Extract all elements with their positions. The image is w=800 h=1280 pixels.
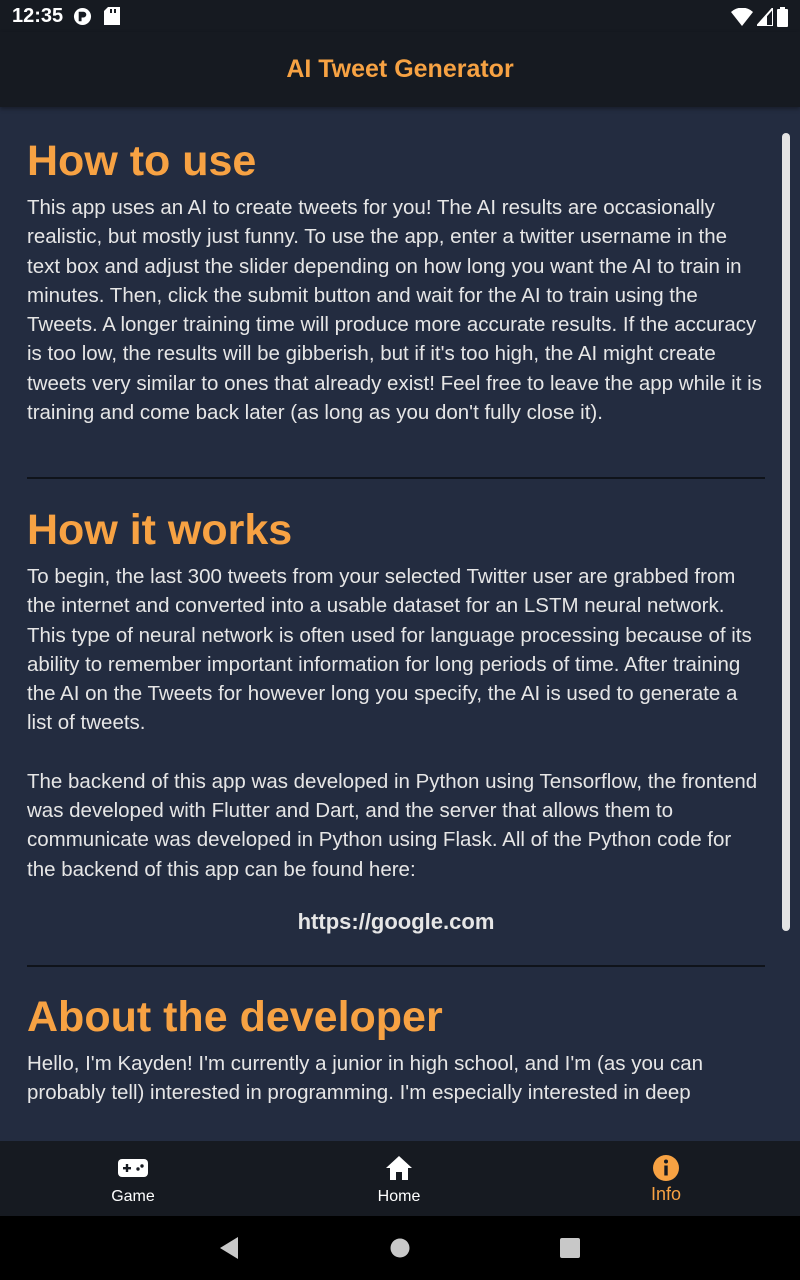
app-notification-icon — [73, 7, 92, 26]
home-circle-icon — [390, 1238, 410, 1258]
nav-item-game[interactable]: Game — [0, 1141, 266, 1216]
nav-label: Game — [111, 1188, 155, 1205]
how-to-use-paragraph: This app uses an AI to create tweets for… — [27, 196, 762, 425]
section-heading: About the developer — [27, 993, 443, 1041]
back-button[interactable] — [210, 1216, 250, 1280]
status-bar: 12:35 — [0, 0, 800, 32]
about-developer-section: About the developer Hello, I'm Kayden! I… — [27, 991, 765, 1108]
system-navigation-bar — [0, 1216, 800, 1280]
home-system-button[interactable] — [380, 1216, 420, 1280]
home-icon — [384, 1154, 414, 1182]
status-time: 12:35 — [12, 5, 64, 27]
github-link[interactable]: https://google.com — [27, 909, 765, 935]
back-icon — [220, 1237, 238, 1259]
how-to-use-section: How to use This app uses an AI to create… — [27, 135, 765, 427]
app-title: AI Tweet Generator — [286, 55, 514, 83]
how-it-works-paragraph: To begin, the last 300 tweets from your … — [27, 565, 752, 735]
app-bar: AI Tweet Generator — [0, 32, 800, 107]
backend-paragraph: The backend of this app was developed in… — [27, 769, 758, 881]
recents-icon — [560, 1238, 580, 1258]
nav-label: Info — [650, 1184, 682, 1204]
info-content[interactable]: How to use This app uses an AI to create… — [0, 107, 800, 1141]
section-divider — [27, 477, 765, 479]
sd-card-icon — [104, 7, 120, 25]
nav-item-home[interactable]: Home — [266, 1141, 532, 1216]
cell-signal-icon — [757, 8, 773, 26]
section-heading: How to use — [27, 137, 257, 185]
battery-icon — [777, 7, 788, 27]
section-divider — [27, 965, 765, 967]
scrollbar-thumb[interactable] — [782, 133, 790, 931]
nav-label: Home — [377, 1188, 421, 1205]
about-developer-paragraph: Hello, I'm Kayden! I'm currently a junio… — [27, 1052, 704, 1105]
info-icon — [651, 1154, 681, 1182]
how-it-works-section: How it works To begin, the last 300 twee… — [27, 504, 765, 884]
wifi-icon — [731, 8, 753, 26]
recents-button[interactable] — [550, 1216, 590, 1280]
status-right-icons — [731, 7, 788, 27]
gamepad-icon — [118, 1154, 148, 1182]
bottom-navigation: Game Home Info — [0, 1141, 800, 1216]
section-heading: How it works — [27, 506, 293, 554]
nav-item-info[interactable]: Info — [533, 1141, 799, 1216]
